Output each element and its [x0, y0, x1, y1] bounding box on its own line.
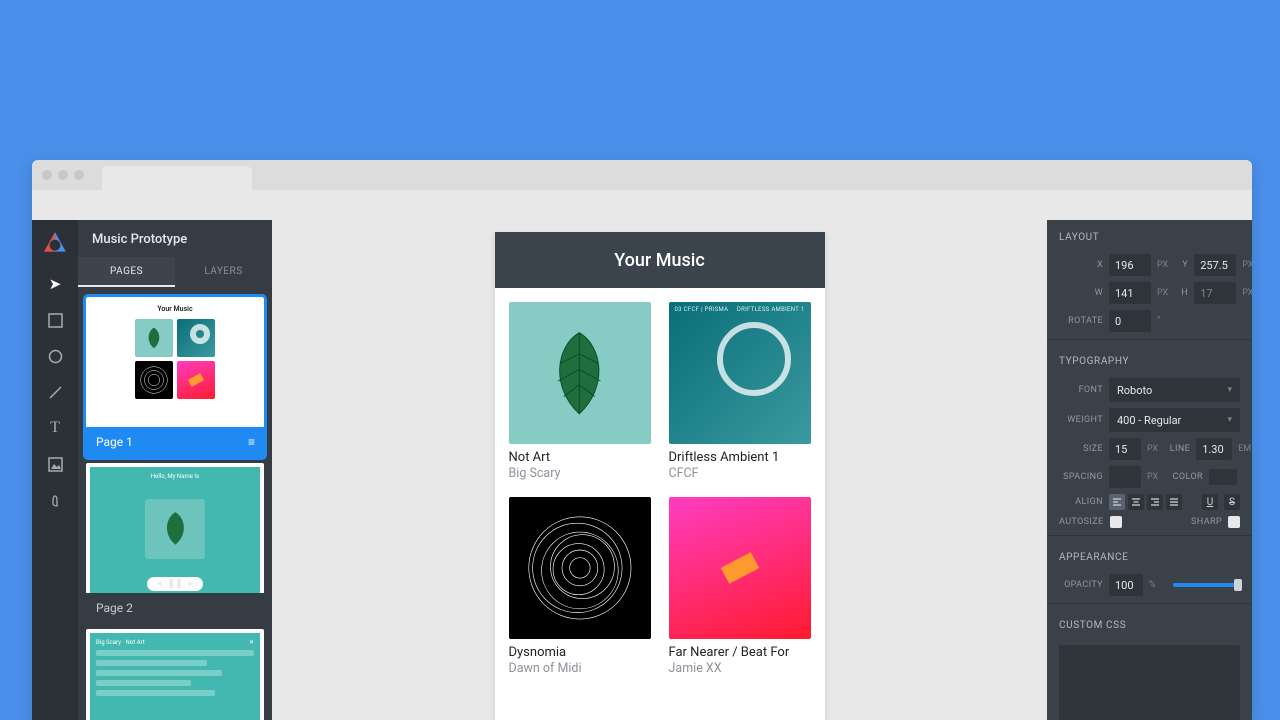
autosize-checkbox[interactable] [1110, 516, 1122, 528]
align-justify-button[interactable] [1166, 494, 1182, 510]
circle-tool[interactable] [32, 340, 78, 372]
canvas[interactable]: Your Music Not Art Big Scary 03 CFCF | P… [272, 220, 1047, 720]
album-card[interactable]: Not Art Big Scary [509, 302, 651, 483]
color-swatch[interactable] [1209, 469, 1237, 485]
section-custom-css: CUSTOM CSS [1047, 608, 1252, 639]
input-opacity[interactable] [1109, 574, 1143, 596]
page-thumb-3[interactable]: Big Scary · Not Art ✕ [86, 629, 264, 720]
input-h[interactable] [1194, 282, 1236, 304]
section-typography: TYPOGRAPHY [1047, 344, 1252, 375]
input-w[interactable] [1109, 282, 1151, 304]
album-cover [509, 497, 651, 639]
album-title: Dysnomia [509, 645, 651, 661]
pause-icon: ❚❚ [167, 579, 182, 589]
custom-css-input[interactable] [1059, 645, 1240, 720]
page-thumb-1[interactable]: Your Music Page 1≡ [86, 297, 264, 457]
underline-button[interactable]: U [1202, 494, 1218, 510]
project-title: Music Prototype [78, 220, 272, 257]
cursor-tool[interactable]: ➤ [32, 268, 78, 300]
hand-tool[interactable] [32, 484, 78, 516]
album-card[interactable]: Dysnomia Dawn of Midi [509, 497, 651, 678]
browser-chrome [32, 160, 1252, 190]
album-artist: Big Scary [509, 466, 651, 482]
album-cover [509, 302, 651, 444]
opacity-slider[interactable] [1173, 583, 1240, 587]
album-title: Not Art [509, 450, 651, 466]
menu-icon[interactable]: ≡ [248, 435, 254, 449]
artboard-header: Your Music [495, 232, 825, 288]
artboard[interactable]: Your Music Not Art Big Scary 03 CFCF | P… [495, 232, 825, 720]
input-line[interactable] [1196, 438, 1232, 460]
align-right-button[interactable] [1147, 494, 1163, 510]
input-rotate[interactable] [1109, 310, 1151, 332]
input-spacing[interactable] [1109, 466, 1141, 488]
left-toolbar: ➤ T [32, 220, 78, 720]
page-label: Page 2 [96, 601, 133, 615]
strikethrough-button[interactable]: S [1224, 494, 1240, 510]
album-artist: Dawn of Midi [509, 661, 651, 677]
album-card[interactable]: 03 CFCF | PRISMA DRIFTLESS AMBIENT 1 Dri… [669, 302, 811, 483]
page-thumbnails: Your Music Page 1≡ [78, 287, 272, 720]
align-left-button[interactable] [1109, 494, 1125, 510]
design-app: ➤ T Music Prototype PAGES LAYERS Your Mu… [32, 220, 1252, 720]
album-title: Driftless Ambient 1 [669, 450, 811, 466]
album-cover [669, 497, 811, 639]
section-layout: LAYOUT [1047, 220, 1252, 251]
album-title: Far Nearer / Beat For [669, 645, 811, 661]
page-thumb-2[interactable]: Hello, My Name Is ◂ ❚❚ ▸ Page 2 [86, 463, 264, 623]
sharp-checkbox[interactable] [1228, 516, 1240, 528]
album-card[interactable]: Far Nearer / Beat For Jamie XX [669, 497, 811, 678]
select-font[interactable]: Roboto▾ [1109, 378, 1240, 402]
browser-tab[interactable] [102, 166, 252, 190]
line-tool[interactable] [32, 376, 78, 408]
input-y[interactable] [1194, 254, 1236, 276]
image-tool[interactable] [32, 448, 78, 480]
input-size[interactable] [1109, 438, 1141, 460]
page-label: Page 1 [96, 435, 133, 449]
select-weight[interactable]: 400 - Regular▾ [1109, 408, 1240, 432]
app-logo[interactable] [42, 230, 68, 256]
input-x[interactable] [1109, 254, 1151, 276]
panel-tabs: PAGES LAYERS [78, 257, 272, 287]
browser-window: ➤ T Music Prototype PAGES LAYERS Your Mu… [32, 160, 1252, 720]
album-grid: Not Art Big Scary 03 CFCF | PRISMA DRIFT… [495, 288, 825, 691]
album-artist: Jamie XX [669, 661, 811, 677]
pages-panel: Music Prototype PAGES LAYERS Your Music [78, 220, 272, 720]
text-tool[interactable]: T [32, 412, 78, 444]
album-cover: 03 CFCF | PRISMA DRIFTLESS AMBIENT 1 [669, 302, 811, 444]
align-center-button[interactable] [1128, 494, 1144, 510]
chevron-down-icon: ▾ [1227, 415, 1232, 425]
chevron-down-icon: ▾ [1227, 385, 1232, 395]
rectangle-tool[interactable] [32, 304, 78, 336]
album-artist: CFCF [669, 466, 811, 482]
section-appearance: APPEARANCE [1047, 540, 1252, 571]
inspector-panel: LAYOUT X PX Y PX W PX H PX ROTATE ° [1047, 220, 1252, 720]
tab-layers[interactable]: LAYERS [175, 257, 272, 287]
tab-pages[interactable]: PAGES [78, 257, 175, 287]
traffic-lights [42, 170, 84, 180]
